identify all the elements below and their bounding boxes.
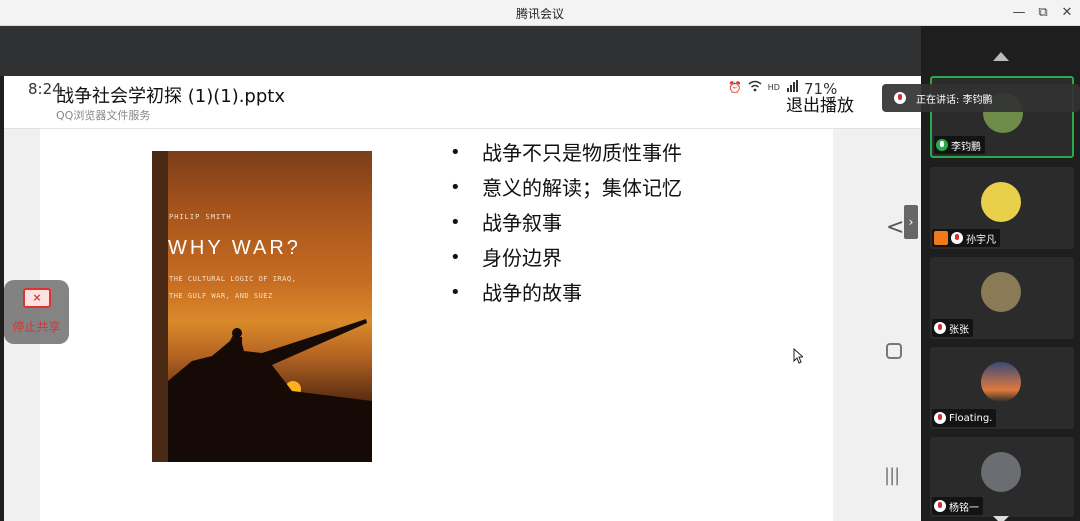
bullet-item: • 战争的故事: [450, 277, 682, 312]
mouse-cursor-icon: [793, 348, 803, 364]
participant-tile[interactable]: 杨铭一: [930, 437, 1074, 517]
bullet-dot-icon: •: [450, 212, 461, 233]
stop-share-screen-icon: ×: [23, 288, 51, 308]
book-cover-image: PHILIP SMITH WHY WAR? THE CULTURAL LOGIC…: [152, 151, 372, 462]
bullet-item: • 意义的解读；集体记忆: [450, 172, 682, 207]
wifi-icon: [748, 80, 762, 95]
slide-area: PHILIP SMITH WHY WAR? THE CULTURAL LOGIC…: [4, 128, 921, 521]
bullet-text: 身份边界: [482, 246, 562, 270]
participant-name-tag: 李钧鹏: [934, 136, 985, 154]
bullet-dot-icon: •: [450, 177, 461, 198]
scroll-up-arrow-icon[interactable]: [993, 52, 1009, 61]
bullet-item: • 战争不只是物质性事件: [450, 137, 682, 172]
exit-playback-button[interactable]: 退出播放: [786, 91, 854, 116]
bullet-text: 战争不只是物质性事件: [482, 141, 682, 165]
avatar: [981, 452, 1021, 492]
participant-name-tag: 孙宇凡: [932, 229, 1000, 247]
phone-status-bar: 8:24 战争社会学初探 (1)(1).pptx QQ浏览器文件服务 ⏰ HD …: [4, 76, 921, 128]
previous-slide-chevron-icon[interactable]: <: [886, 215, 904, 240]
alarm-icon: ⏰: [728, 81, 742, 94]
minimize-button[interactable]: —: [1008, 3, 1030, 23]
scroll-down-arrow-icon[interactable]: [993, 516, 1009, 521]
recent-apps-button[interactable]: |||: [884, 465, 900, 486]
bullet-dot-icon: •: [450, 142, 461, 163]
expand-panel-handle[interactable]: ›: [904, 205, 918, 239]
participant-tile[interactable]: 孙宇凡: [930, 167, 1074, 249]
participant-name: 李钧鹏: [951, 141, 981, 153]
tank-silhouette: [168, 319, 372, 462]
participant-name: 张张: [949, 324, 969, 336]
participant-name: Floating.: [949, 412, 993, 424]
restore-button[interactable]: ⧉: [1032, 3, 1054, 23]
stop-sharing-label: 停止共享: [12, 320, 61, 334]
stop-sharing-button[interactable]: × 停止共享: [4, 280, 69, 344]
bullet-list: • 战争不只是物质性事件 • 意义的解读；集体记忆 • 战争叙事 • 身份边界 • 战争的…: [450, 137, 682, 312]
user-icon: [934, 231, 948, 245]
participant-tile[interactable]: Floating.: [930, 347, 1074, 429]
window-title-bar: 腾讯会议 — ⧉ ✕: [0, 0, 1080, 26]
participant-name-tag: 张张: [932, 319, 973, 337]
speaking-banner: 正在讲话: 李钧鹏: [882, 84, 1080, 112]
avatar: [981, 272, 1021, 312]
participant-name: 杨铭一: [949, 502, 979, 514]
bullet-item: • 身份边界: [450, 242, 682, 277]
bullet-text: 战争的故事: [482, 281, 582, 305]
bullet-text: 意义的解读；集体记忆: [482, 176, 682, 200]
shared-screen: 8:24 战争社会学初探 (1)(1).pptx QQ浏览器文件服务 ⏰ HD …: [4, 76, 921, 521]
participant-name-tag: 杨铭一: [932, 497, 983, 515]
bullet-dot-icon: •: [450, 282, 461, 303]
microphone-muted-icon: [934, 412, 946, 424]
window-title: 腾讯会议: [515, 7, 564, 21]
screen-share-top-bar: [0, 26, 921, 76]
microphone-muted-icon: [951, 232, 963, 244]
hd-icon: HD: [767, 83, 780, 92]
document-subtitle: QQ浏览器文件服务: [56, 109, 151, 122]
participant-tile[interactable]: 张张: [930, 257, 1074, 339]
avatar: [981, 362, 1021, 402]
microphone-muted-icon: [894, 92, 906, 104]
participant-name: 孙宇凡: [966, 234, 996, 246]
microphone-muted-icon: [934, 322, 946, 334]
bullet-dot-icon: •: [450, 247, 461, 268]
bullet-item: • 战争叙事: [450, 207, 682, 242]
document-title: 战争社会学初探 (1)(1).pptx: [56, 86, 285, 107]
avatar: [981, 182, 1021, 222]
home-button[interactable]: [886, 343, 902, 359]
slide: PHILIP SMITH WHY WAR? THE CULTURAL LOGIC…: [40, 129, 833, 521]
microphone-on-icon: [936, 139, 948, 151]
microphone-muted-icon: [934, 500, 946, 512]
close-button[interactable]: ✕: [1056, 3, 1078, 23]
participant-name-tag: Floating.: [932, 409, 997, 427]
bullet-text: 战争叙事: [482, 211, 562, 235]
speaking-text: 正在讲话: 李钧鹏: [916, 94, 993, 106]
